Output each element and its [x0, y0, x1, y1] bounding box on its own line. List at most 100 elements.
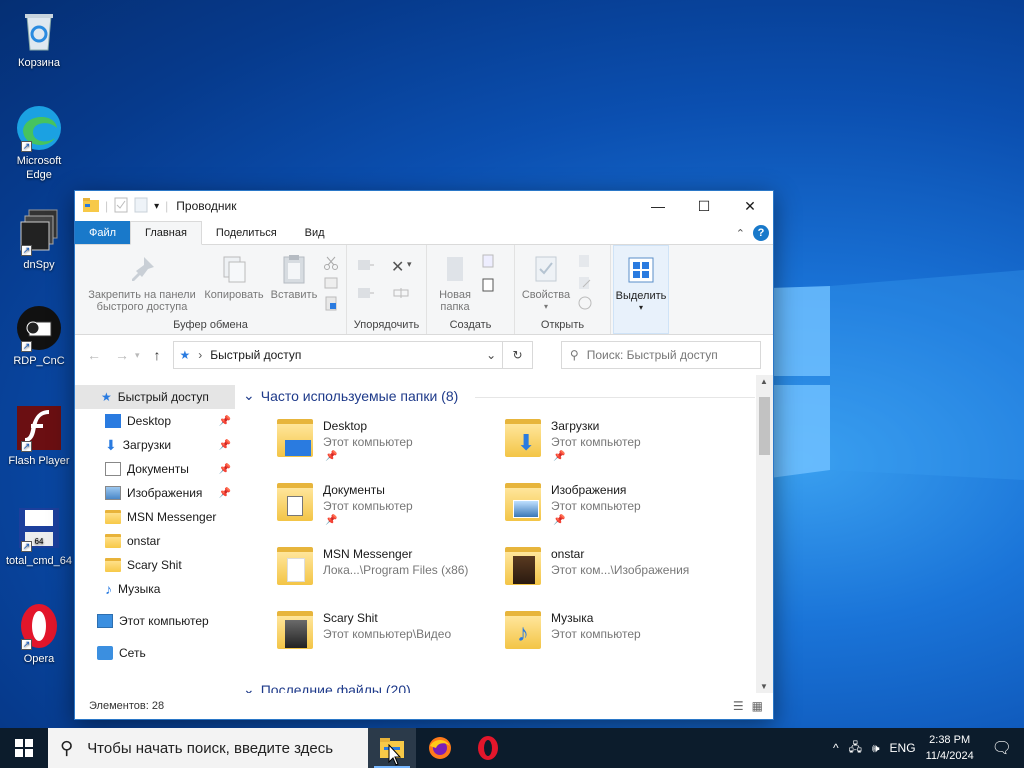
vertical-scrollbar[interactable]: ▲ ▼ — [756, 375, 773, 693]
forward-arrow-icon[interactable]: → — [115, 347, 129, 363]
desktop-icon-opera[interactable]: ↗ Opera — [4, 602, 74, 666]
firefox-icon — [429, 737, 451, 759]
network-icon — [97, 646, 113, 660]
folder-tile-onstar[interactable]: onstar Этот ком...\Изображения — [505, 541, 725, 597]
folder-tile-msn-messenger[interactable]: MSN Messenger Лока...\Program Files (x86… — [277, 541, 497, 597]
history-icon[interactable] — [577, 295, 593, 311]
properties-button[interactable]: Свойства ▾ — [519, 253, 573, 313]
nav-item-scary-shit[interactable]: Scary Shit — [75, 553, 235, 577]
nav-item-onstar[interactable]: onstar — [75, 529, 235, 553]
nav-item-music[interactable]: ♪ Музыка — [75, 577, 235, 601]
cut-icon[interactable] — [323, 255, 339, 271]
clock[interactable]: 2:38 PM 11/4/2024 — [926, 732, 974, 764]
folder-tile-music[interactable]: ♪ Музыка Этот компьютер — [505, 605, 725, 661]
up-arrow-icon[interactable]: ↑ — [154, 347, 161, 363]
separator: | — [105, 199, 109, 213]
select-button[interactable]: Выделить ▾ — [614, 254, 668, 314]
tab-file[interactable]: Файл — [75, 221, 131, 244]
delete-icon[interactable]: ✕ — [391, 257, 407, 276]
recent-files-header[interactable]: ⌄ Последние файлы (20) — [243, 681, 411, 693]
help-icon[interactable]: ? — [753, 225, 769, 241]
address-box[interactable]: ★ › Быстрый доступ ⌄ — [172, 341, 504, 369]
folder-tile-downloads[interactable]: ⬇ Загрузки Этот компьютер 📌 — [505, 413, 725, 469]
recent-locations-icon[interactable]: ▾ — [135, 350, 140, 361]
scrollbar-thumb[interactable] — [759, 397, 770, 455]
folder-name: Scary Shit — [323, 611, 378, 625]
pin-quick-access-button[interactable]: Закрепить на панели быстрого доступа — [81, 253, 203, 313]
taskbar-firefox[interactable] — [416, 728, 464, 768]
easy-access-icon[interactable] — [481, 277, 497, 293]
copy-to-icon[interactable] — [357, 285, 374, 301]
desktop-icon-rdp-cnc[interactable]: ↗ RDP_CnC — [4, 304, 74, 368]
clock-time: 2:38 PM — [929, 734, 971, 746]
desktop-icon-dnspy[interactable]: ↗ dnSpy — [4, 208, 74, 272]
tab-home[interactable]: Главная — [130, 221, 202, 245]
paste-shortcut-icon[interactable] — [323, 295, 339, 311]
tab-view[interactable]: Вид — [291, 221, 339, 244]
notifications-icon[interactable]: 🗨 — [992, 738, 1012, 758]
maximize-button[interactable]: ☐ — [681, 191, 727, 221]
nav-item-documents[interactable]: Документы 📌 — [75, 457, 235, 481]
open-icon[interactable] — [577, 253, 593, 269]
properties-quick-icon[interactable] — [114, 197, 128, 216]
frequent-folders-header[interactable]: ⌄ Часто используемые папки (8) — [243, 387, 755, 404]
separator: | — [165, 199, 169, 213]
taskbar-opera[interactable] — [464, 728, 512, 768]
select-dropdown-icon[interactable]: ▾ — [614, 302, 668, 314]
move-to-icon[interactable] — [357, 257, 374, 273]
customize-quick-access-icon[interactable]: ▾ — [154, 201, 159, 212]
show-hidden-icons-icon[interactable]: ^ — [833, 741, 839, 755]
folder-tile-scary-shit[interactable]: Scary Shit Этот компьютер\Видео — [277, 605, 497, 661]
delete-dropdown-icon[interactable]: ▾ — [407, 259, 423, 275]
edit-icon[interactable] — [577, 275, 593, 291]
close-button[interactable]: ✕ — [727, 191, 773, 221]
new-item-icon[interactable] — [481, 253, 497, 269]
back-arrow-icon[interactable]: ← — [87, 347, 101, 363]
folder-icon — [105, 510, 121, 524]
large-icons-view-icon[interactable]: ▦ — [752, 699, 763, 713]
scary-shit-folder-icon — [277, 611, 313, 649]
chevron-down-icon[interactable]: ⌄ — [486, 348, 496, 362]
folder-tile-documents[interactable]: Документы Этот компьютер 📌 — [277, 477, 497, 533]
search-input[interactable]: ⚲ Поиск: Быстрый доступ — [560, 341, 761, 369]
desktop-icon-flash-player[interactable]: ↗ Flash Player — [4, 404, 74, 468]
taskbar-search[interactable]: ⚲ Чтобы начать поиск, введите здесь — [48, 728, 368, 768]
copy-path-icon[interactable] — [323, 275, 339, 291]
nav-item-downloads[interactable]: ⬇ Загрузки 📌 — [75, 433, 235, 457]
nav-item-quick-access[interactable]: ★ Быстрый доступ — [75, 385, 235, 409]
new-folder-button[interactable]: Новая папка — [433, 253, 477, 313]
start-button[interactable] — [0, 728, 48, 768]
details-view-icon[interactable]: ☰ — [733, 699, 744, 713]
rename-icon[interactable] — [393, 285, 409, 301]
nav-item-pictures[interactable]: Изображения 📌 — [75, 481, 235, 505]
desktop-icon-total-cmd[interactable]: 64 ↗ total_cmd_64 — [4, 504, 74, 568]
pin-icon: 📌 — [553, 451, 566, 462]
copy-button[interactable]: Копировать — [201, 253, 267, 301]
desktop-icon-recycle-bin[interactable]: Корзина — [4, 6, 74, 70]
minimize-button[interactable]: — — [635, 191, 681, 221]
nav-item-this-pc[interactable]: Этот компьютер — [75, 609, 235, 633]
refresh-button[interactable]: ↻ — [503, 341, 533, 369]
input-language[interactable]: ENG — [890, 741, 916, 755]
folder-tile-desktop[interactable]: Desktop Этот компьютер 📌 — [277, 413, 497, 469]
nav-item-desktop[interactable]: Desktop 📌 — [75, 409, 235, 433]
desktop-icon-label: RDP_CnC — [13, 355, 65, 367]
address-path: Быстрый доступ — [210, 348, 302, 362]
network-icon[interactable]: 🖧 — [849, 738, 862, 759]
desktop-icon-edge[interactable]: ↗ Microsoft Edge — [4, 104, 74, 182]
folder-tile-pictures[interactable]: Изображения Этот компьютер 📌 — [505, 477, 725, 533]
ribbon: Закрепить на панели быстрого доступа Коп… — [75, 245, 773, 335]
nav-item-network[interactable]: Сеть — [75, 641, 235, 665]
volume-icon[interactable]: 🕪 — [872, 741, 880, 756]
collapse-ribbon-icon[interactable]: ⌃ — [736, 227, 745, 240]
properties-dropdown-icon[interactable]: ▾ — [519, 301, 573, 313]
tab-share[interactable]: Поделиться — [202, 221, 291, 244]
nav-item-msn-messenger[interactable]: MSN Messenger — [75, 505, 235, 529]
pin-icon: 📌 — [218, 463, 231, 475]
title-bar[interactable]: | ▾ | Проводник — ☐ ✕ — [75, 191, 773, 221]
document-icon — [105, 462, 121, 476]
new-folder-quick-icon[interactable] — [134, 197, 148, 216]
scroll-down-icon[interactable]: ▼ — [760, 682, 768, 691]
paste-button[interactable]: Вставить — [267, 253, 321, 301]
scroll-up-icon[interactable]: ▲ — [760, 377, 768, 386]
